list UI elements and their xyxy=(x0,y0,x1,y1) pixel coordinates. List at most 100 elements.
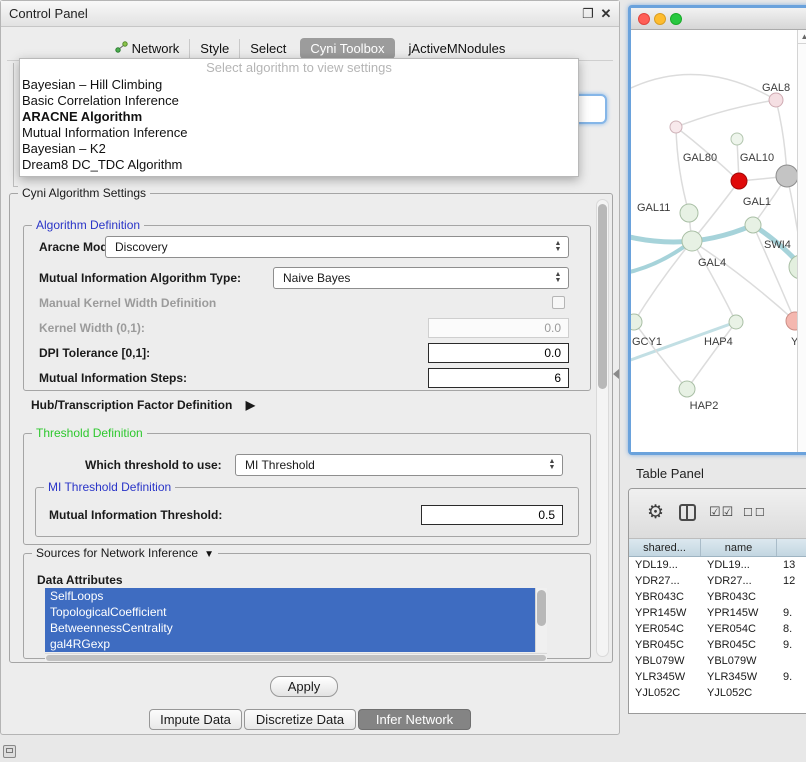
network-edge[interactable] xyxy=(634,241,692,322)
network-node[interactable] xyxy=(680,204,698,222)
aracne-mode-value: Discovery xyxy=(115,240,168,254)
network-edge[interactable] xyxy=(676,127,689,213)
tab-select[interactable]: Select xyxy=(239,39,296,58)
close-window-button[interactable]: ✕ xyxy=(599,6,613,22)
network-node[interactable] xyxy=(682,231,702,251)
scrollbar-thumb[interactable] xyxy=(46,655,546,661)
algorithm-definition-title: Algorithm Definition xyxy=(32,218,144,233)
table-cell: YBR043C xyxy=(629,591,701,603)
table-row[interactable]: YLR345WYLR345W9. xyxy=(629,669,806,685)
columns-icon[interactable] xyxy=(679,504,696,521)
network-node-label: GAL11 xyxy=(637,202,670,214)
network-node[interactable] xyxy=(729,315,743,329)
table-row[interactable]: YDR27...YDR27...12 xyxy=(629,573,806,589)
network-edge[interactable] xyxy=(676,100,776,127)
select-all-icon[interactable]: ☑☑ xyxy=(709,504,734,520)
network-node[interactable] xyxy=(769,93,783,107)
settings-vscrollbar[interactable] xyxy=(596,199,609,657)
table-row[interactable]: YJL052CYJL052C xyxy=(629,685,806,701)
which-threshold-select[interactable]: MI Threshold ▲▼ xyxy=(235,454,563,476)
control-panel-window: Control Panel ❐ ✕ Network Style Select C… xyxy=(0,0,620,735)
table-cell: YDL19... xyxy=(629,559,701,571)
table-row[interactable]: YER054CYER054C8. xyxy=(629,621,806,637)
network-node[interactable] xyxy=(670,121,682,133)
control-panel-titlebar[interactable]: Control Panel ❐ ✕ xyxy=(1,1,619,27)
table-row[interactable]: YPR145WYPR145W9. xyxy=(629,605,806,621)
network-edge[interactable] xyxy=(631,75,776,100)
attribute-list-item[interactable]: TopologicalCoefficient xyxy=(45,604,547,620)
algorithm-option[interactable]: Basic Correlation Inference xyxy=(20,93,578,109)
gear-icon[interactable]: ⚙ xyxy=(647,501,664,524)
float-window-button[interactable]: ❐ xyxy=(581,6,595,22)
network-node[interactable] xyxy=(745,217,761,233)
manual-kernel-checkbox[interactable] xyxy=(552,296,565,309)
network-window-titlebar[interactable] xyxy=(631,8,806,30)
table-row[interactable]: YBR043CYBR043C xyxy=(629,589,806,605)
infer-network-tab[interactable]: Infer Network xyxy=(358,709,471,730)
tab-jactivemnodules[interactable]: jActiveMNodules xyxy=(399,39,516,58)
algorithm-option[interactable]: ARACNE Algorithm xyxy=(20,109,578,125)
tab-network[interactable]: Network xyxy=(105,39,190,58)
algorithm-option[interactable]: Dream8 DC_TDC Algorithm xyxy=(20,157,578,173)
apply-button[interactable]: Apply xyxy=(270,676,338,697)
network-node[interactable] xyxy=(631,314,642,330)
network-node[interactable] xyxy=(731,133,743,145)
mi-threshold-field[interactable] xyxy=(421,505,563,525)
minimize-traffic-light[interactable] xyxy=(654,13,666,25)
table-row[interactable]: YBR045CYBR045C9. xyxy=(629,637,806,653)
collapsed-panel-icon[interactable] xyxy=(3,745,16,758)
table-row[interactable]: YBL079WYBL079W xyxy=(629,653,806,669)
network-edge[interactable] xyxy=(692,241,736,322)
zoom-traffic-light[interactable] xyxy=(670,13,682,25)
network-graph: GAL8GAL80GAL10GAL11GAL1SWI4GAL4GCY1HAP4Y… xyxy=(631,30,806,452)
attribute-list-item[interactable]: SelfLoops xyxy=(45,588,547,604)
column-header[interactable] xyxy=(777,539,806,556)
network-node[interactable] xyxy=(679,381,695,397)
discretize-data-tab[interactable]: Discretize Data xyxy=(244,709,356,730)
table-row[interactable]: YDL19...YDL19...13 xyxy=(629,557,806,573)
network-canvas[interactable]: GAL8GAL80GAL10GAL11GAL1SWI4GAL4GCY1HAP4Y… xyxy=(631,30,806,452)
network-node[interactable] xyxy=(776,165,798,187)
network-node[interactable] xyxy=(731,173,747,189)
tab-cyni-toolbox[interactable]: Cyni Toolbox xyxy=(300,38,394,59)
algorithm-dropdown-popup: Select algorithm to view settings Bayesi… xyxy=(19,58,579,177)
algorithm-option[interactable]: Bayesian – K2 xyxy=(20,141,578,157)
network-edge[interactable] xyxy=(692,241,795,321)
attribute-list-item[interactable]: gal4RGexp xyxy=(45,636,547,652)
panel-splitter-arrow[interactable] xyxy=(613,369,619,379)
impute-data-tab[interactable]: Impute Data xyxy=(149,709,242,730)
deselect-all-icon[interactable]: ☐☐ xyxy=(743,506,767,519)
scrollbar-thumb[interactable] xyxy=(598,204,607,389)
kernel-width-label: Kernel Width (0,1): xyxy=(39,319,145,337)
algorithm-dropdown-placeholder: Select algorithm to view settings xyxy=(20,59,578,77)
table-cell: YDL19... xyxy=(701,559,777,571)
attributes-list-vscrollbar[interactable] xyxy=(535,588,547,652)
sources-title: Sources for Network Inference▼ xyxy=(32,546,218,562)
table-cell: 9. xyxy=(777,639,806,651)
scroll-up-icon[interactable]: ▲ xyxy=(798,30,806,44)
mi-steps-field[interactable] xyxy=(428,368,569,388)
mi-type-select[interactable]: Naive Bayes ▲▼ xyxy=(273,267,569,289)
dpi-tolerance-label: DPI Tolerance [0,1]: xyxy=(39,344,150,362)
table-cell: YBR045C xyxy=(629,639,701,651)
aracne-mode-select[interactable]: Discovery ▲▼ xyxy=(105,236,569,258)
dpi-tolerance-field[interactable] xyxy=(428,343,569,363)
network-edge[interactable] xyxy=(776,100,787,176)
scrollbar-thumb[interactable] xyxy=(537,590,546,626)
hub-definition-toggle[interactable]: Hub/Transcription Factor Definition ▶ xyxy=(31,396,255,414)
network-node-label: GAL10 xyxy=(740,152,774,164)
column-header[interactable]: shared... xyxy=(629,539,701,556)
kernel-width-field[interactable] xyxy=(428,318,569,338)
algorithm-option[interactable]: Bayesian – Hill Climbing xyxy=(20,77,578,93)
cyni-algorithm-settings-title: Cyni Algorithm Settings xyxy=(18,186,150,201)
network-node-label: GCY1 xyxy=(632,336,662,348)
table-panel-window: ⚙ ☑☑ ☐☐ shared... name YDL19...YDL19...1… xyxy=(628,488,806,714)
column-header[interactable]: name xyxy=(701,539,777,556)
attribute-list-item[interactable]: BetweennessCentrality xyxy=(45,620,547,636)
algorithm-option[interactable]: Mutual Information Inference xyxy=(20,125,578,141)
close-traffic-light[interactable] xyxy=(638,13,650,25)
collapse-down-icon[interactable]: ▼ xyxy=(204,549,214,560)
network-vscrollbar[interactable]: ▲ xyxy=(797,30,806,452)
attributes-list-hscrollbar[interactable] xyxy=(45,653,547,662)
tab-style[interactable]: Style xyxy=(189,39,239,58)
